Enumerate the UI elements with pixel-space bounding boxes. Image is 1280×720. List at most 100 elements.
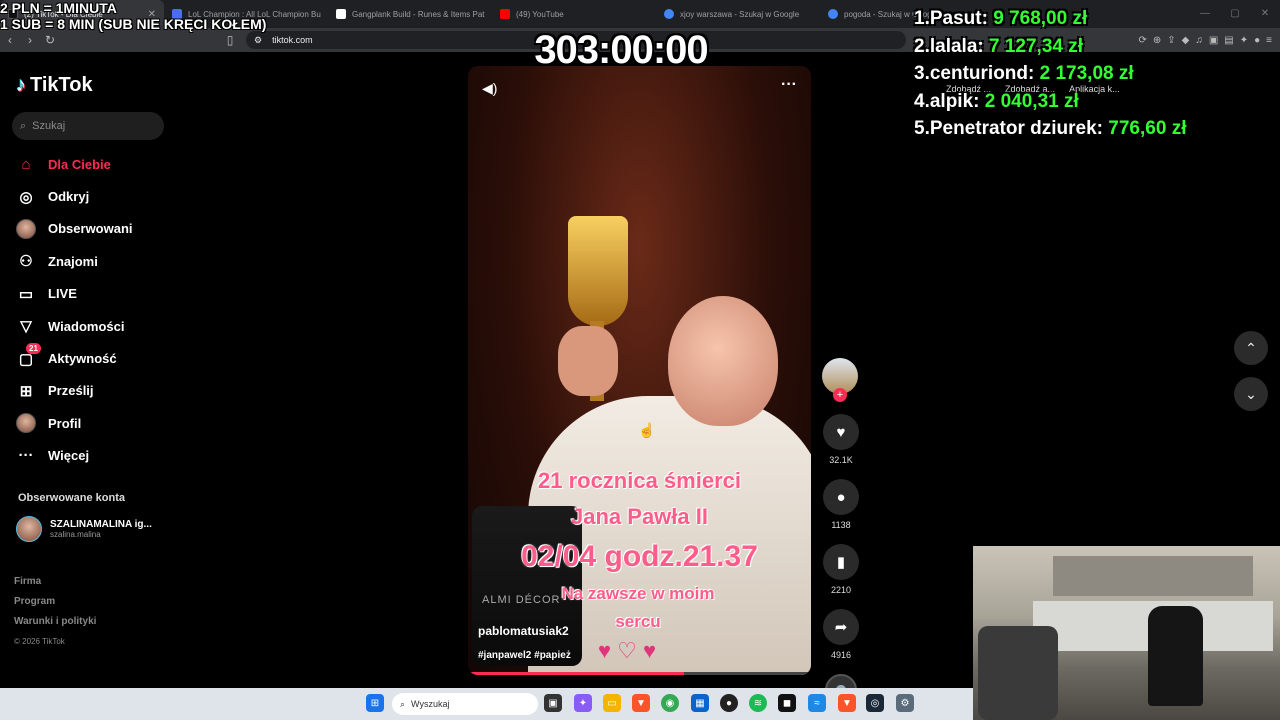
browser-tab-youtube[interactable]: (49) YouTube bbox=[492, 0, 656, 28]
reload-icon[interactable]: ↻ bbox=[40, 33, 60, 47]
nav-label: Obserwowani bbox=[48, 221, 133, 237]
nav-item-friends[interactable]: ⚇ Znajomi bbox=[16, 245, 176, 277]
stream-timer: 303:00:00 bbox=[534, 28, 708, 72]
video-caption-line: Na zawsze w moim bbox=[561, 584, 715, 603]
webcam-feed bbox=[973, 546, 1280, 720]
brave-icon[interactable]: ▼ bbox=[838, 694, 856, 712]
spotify-icon[interactable]: ≋ bbox=[749, 694, 767, 712]
donation-rate: 2 PLN = 1MINUTA bbox=[0, 0, 117, 16]
windows-taskbar: ⊞ ⌕ Wyszukaj ▣ ✦ ▭ ▼ ◉ ▦ ● ≋ ◼ ≈ ▼ ◎ ⚙ bbox=[0, 688, 973, 720]
save-action[interactable]: ▮ 2210 bbox=[822, 544, 860, 595]
compass-icon: ◎ bbox=[19, 188, 33, 206]
comment-icon[interactable]: ● bbox=[823, 479, 859, 515]
volume-icon[interactable]: ◀) bbox=[482, 80, 497, 97]
file-explorer-icon[interactable]: ▭ bbox=[603, 694, 621, 712]
follow-plus-icon[interactable]: + bbox=[833, 388, 847, 402]
nav-label: Prześlij bbox=[48, 383, 94, 399]
nav-item-profile[interactable]: Profil bbox=[16, 407, 176, 439]
creator-avatar[interactable]: + bbox=[822, 358, 858, 402]
account-name: SZALINAMALINA ig... bbox=[50, 519, 152, 530]
chrome-icon[interactable]: ◉ bbox=[661, 694, 679, 712]
nav-item-following[interactable]: Obserwowani bbox=[16, 213, 176, 245]
video-hashtags[interactable]: #janpawel2 #papież bbox=[478, 650, 571, 661]
nav-label: Dla Ciebie bbox=[48, 156, 111, 172]
footer-link-company[interactable]: Firma bbox=[14, 572, 96, 592]
settings-icon[interactable]: ⚙ bbox=[896, 694, 914, 712]
youtube-favicon-icon bbox=[500, 9, 510, 19]
more-options-icon[interactable]: ··· bbox=[781, 76, 797, 94]
steam-icon[interactable]: ◎ bbox=[866, 694, 884, 712]
store-icon[interactable]: ▦ bbox=[691, 694, 709, 712]
heart-icon[interactable]: ♥ bbox=[823, 414, 859, 450]
avatar bbox=[16, 516, 42, 542]
taskbar-search[interactable]: ⌕ Wyszukaj bbox=[392, 693, 538, 715]
google-favicon-icon bbox=[828, 9, 838, 19]
app-icon[interactable]: ● bbox=[720, 694, 738, 712]
video-actions: + ♥ 32.1K ● 1138 ▮ 2210 ➦ 4916 bbox=[822, 358, 860, 706]
logo-text: TikTok bbox=[30, 74, 93, 96]
obs-icon[interactable]: ◼ bbox=[778, 694, 796, 712]
task-view-icon[interactable]: ▣ bbox=[544, 694, 562, 712]
leaderboard-row: 4.alpik: 2 040,31 zł bbox=[914, 90, 1079, 112]
search-placeholder: Szukaj bbox=[32, 120, 66, 132]
followed-accounts-title: Obserwowane konta bbox=[18, 492, 125, 504]
donation-info: 2 PLN = 1MINUTA 1 SUB = 8 MIN (SUB NIE K… bbox=[0, 0, 266, 32]
save-count: 2210 bbox=[830, 585, 852, 595]
nav-item-live[interactable]: ▭ LIVE bbox=[16, 278, 176, 310]
nav-item-messages[interactable]: ▽ Wiadomości bbox=[16, 310, 176, 342]
footer-link-program[interactable]: Program bbox=[14, 592, 96, 612]
nav-item-more[interactable]: ··· Więcej bbox=[16, 440, 176, 472]
video-progress-fill bbox=[468, 672, 685, 675]
like-action[interactable]: ♥ 32.1K bbox=[822, 414, 860, 465]
avatar bbox=[16, 218, 36, 239]
main-nav: ⌂ Dla Ciebie ◎ Odkryj Obserwowani ⚇ Znaj… bbox=[16, 148, 176, 472]
back-icon[interactable]: ‹ bbox=[0, 33, 20, 47]
previous-video-button[interactable]: ⌃ bbox=[1234, 331, 1268, 365]
mouse-cursor-icon: ☝ bbox=[638, 422, 656, 438]
next-video-button[interactable]: ⌄ bbox=[1234, 377, 1268, 411]
webcam-window bbox=[1053, 556, 1253, 596]
nav-item-for-you[interactable]: ⌂ Dla Ciebie bbox=[16, 148, 176, 180]
friends-icon: ⚇ bbox=[19, 253, 33, 271]
bookmark-icon[interactable]: ▯ bbox=[220, 33, 240, 47]
tiktok-sidebar: ♪ TikTok ⌕ Szukaj ⌂ Dla Ciebie ◎ Odkryj … bbox=[0, 52, 180, 692]
like-count: 32.1K bbox=[829, 455, 853, 465]
nav-label: Znajomi bbox=[48, 253, 98, 269]
notification-badge: 21 bbox=[26, 343, 41, 355]
copilot-icon[interactable]: ✦ bbox=[574, 694, 592, 712]
brave-icon[interactable]: ▼ bbox=[632, 694, 650, 712]
windows-start-icon[interactable]: ⊞ bbox=[366, 694, 384, 712]
bookmark-save-icon[interactable]: ▮ bbox=[823, 544, 859, 580]
followed-account-item[interactable]: SZALINAMALINA ig... szalina.malina bbox=[16, 516, 152, 542]
forward-icon[interactable]: › bbox=[20, 33, 40, 47]
video-caption-line: 21 rocznica śmierci bbox=[537, 468, 741, 493]
video-author[interactable]: pablomatusiak2 bbox=[478, 624, 569, 638]
share-arrow-icon[interactable]: ➦ bbox=[823, 609, 859, 645]
footer-link-terms[interactable]: Warunki i polityki bbox=[14, 612, 96, 632]
sub-rate: 1 SUB = 8 MIN (SUB NIE KRĘCI KOŁEM) bbox=[0, 16, 267, 32]
hearts-icon: ♥ ♡ ♥ bbox=[598, 638, 657, 663]
avatar bbox=[16, 413, 36, 434]
video-caption-line: 02/04 godz.21.37 bbox=[521, 540, 758, 573]
site-info-icon[interactable]: ⚙ bbox=[254, 35, 262, 46]
video-progress-bar[interactable] bbox=[468, 672, 811, 675]
tiktok-logo[interactable]: ♪ TikTok bbox=[16, 74, 93, 97]
comment-action[interactable]: ● 1138 bbox=[822, 479, 860, 530]
leaderboard-row: 1.Pasut: 9 768,00 zł bbox=[914, 8, 1088, 29]
video-caption-line: Jana Pawła II bbox=[571, 504, 708, 529]
nav-label: Więcej bbox=[48, 448, 90, 464]
video-player[interactable]: ALMI DÉCOR 21 rocznica śmierci Jana Pawł… bbox=[468, 66, 811, 675]
url-text: tiktok.com bbox=[272, 35, 313, 45]
nav-item-explore[interactable]: ◎ Odkryj bbox=[16, 180, 176, 212]
upload-icon: ⊞ bbox=[19, 382, 33, 400]
video-hand bbox=[558, 326, 618, 396]
share-action[interactable]: ➦ 4916 bbox=[822, 609, 860, 660]
search-input[interactable]: ⌕ Szukaj bbox=[12, 112, 164, 140]
share-count: 4916 bbox=[830, 650, 852, 660]
app-icon[interactable]: ≈ bbox=[808, 694, 826, 712]
browser-tab-google-xjoy[interactable]: xjoy warszawa - Szukaj w Google bbox=[656, 0, 820, 28]
nav-item-activity[interactable]: ▢ 21 Aktywność bbox=[16, 342, 176, 374]
sidebar-footer: Firma Program Warunki i polityki © 2026 … bbox=[14, 572, 96, 652]
browser-tab-gangplank[interactable]: Gangplank Build - Runes & Items Pat bbox=[328, 0, 492, 28]
nav-item-upload[interactable]: ⊞ Prześlij bbox=[16, 375, 176, 407]
